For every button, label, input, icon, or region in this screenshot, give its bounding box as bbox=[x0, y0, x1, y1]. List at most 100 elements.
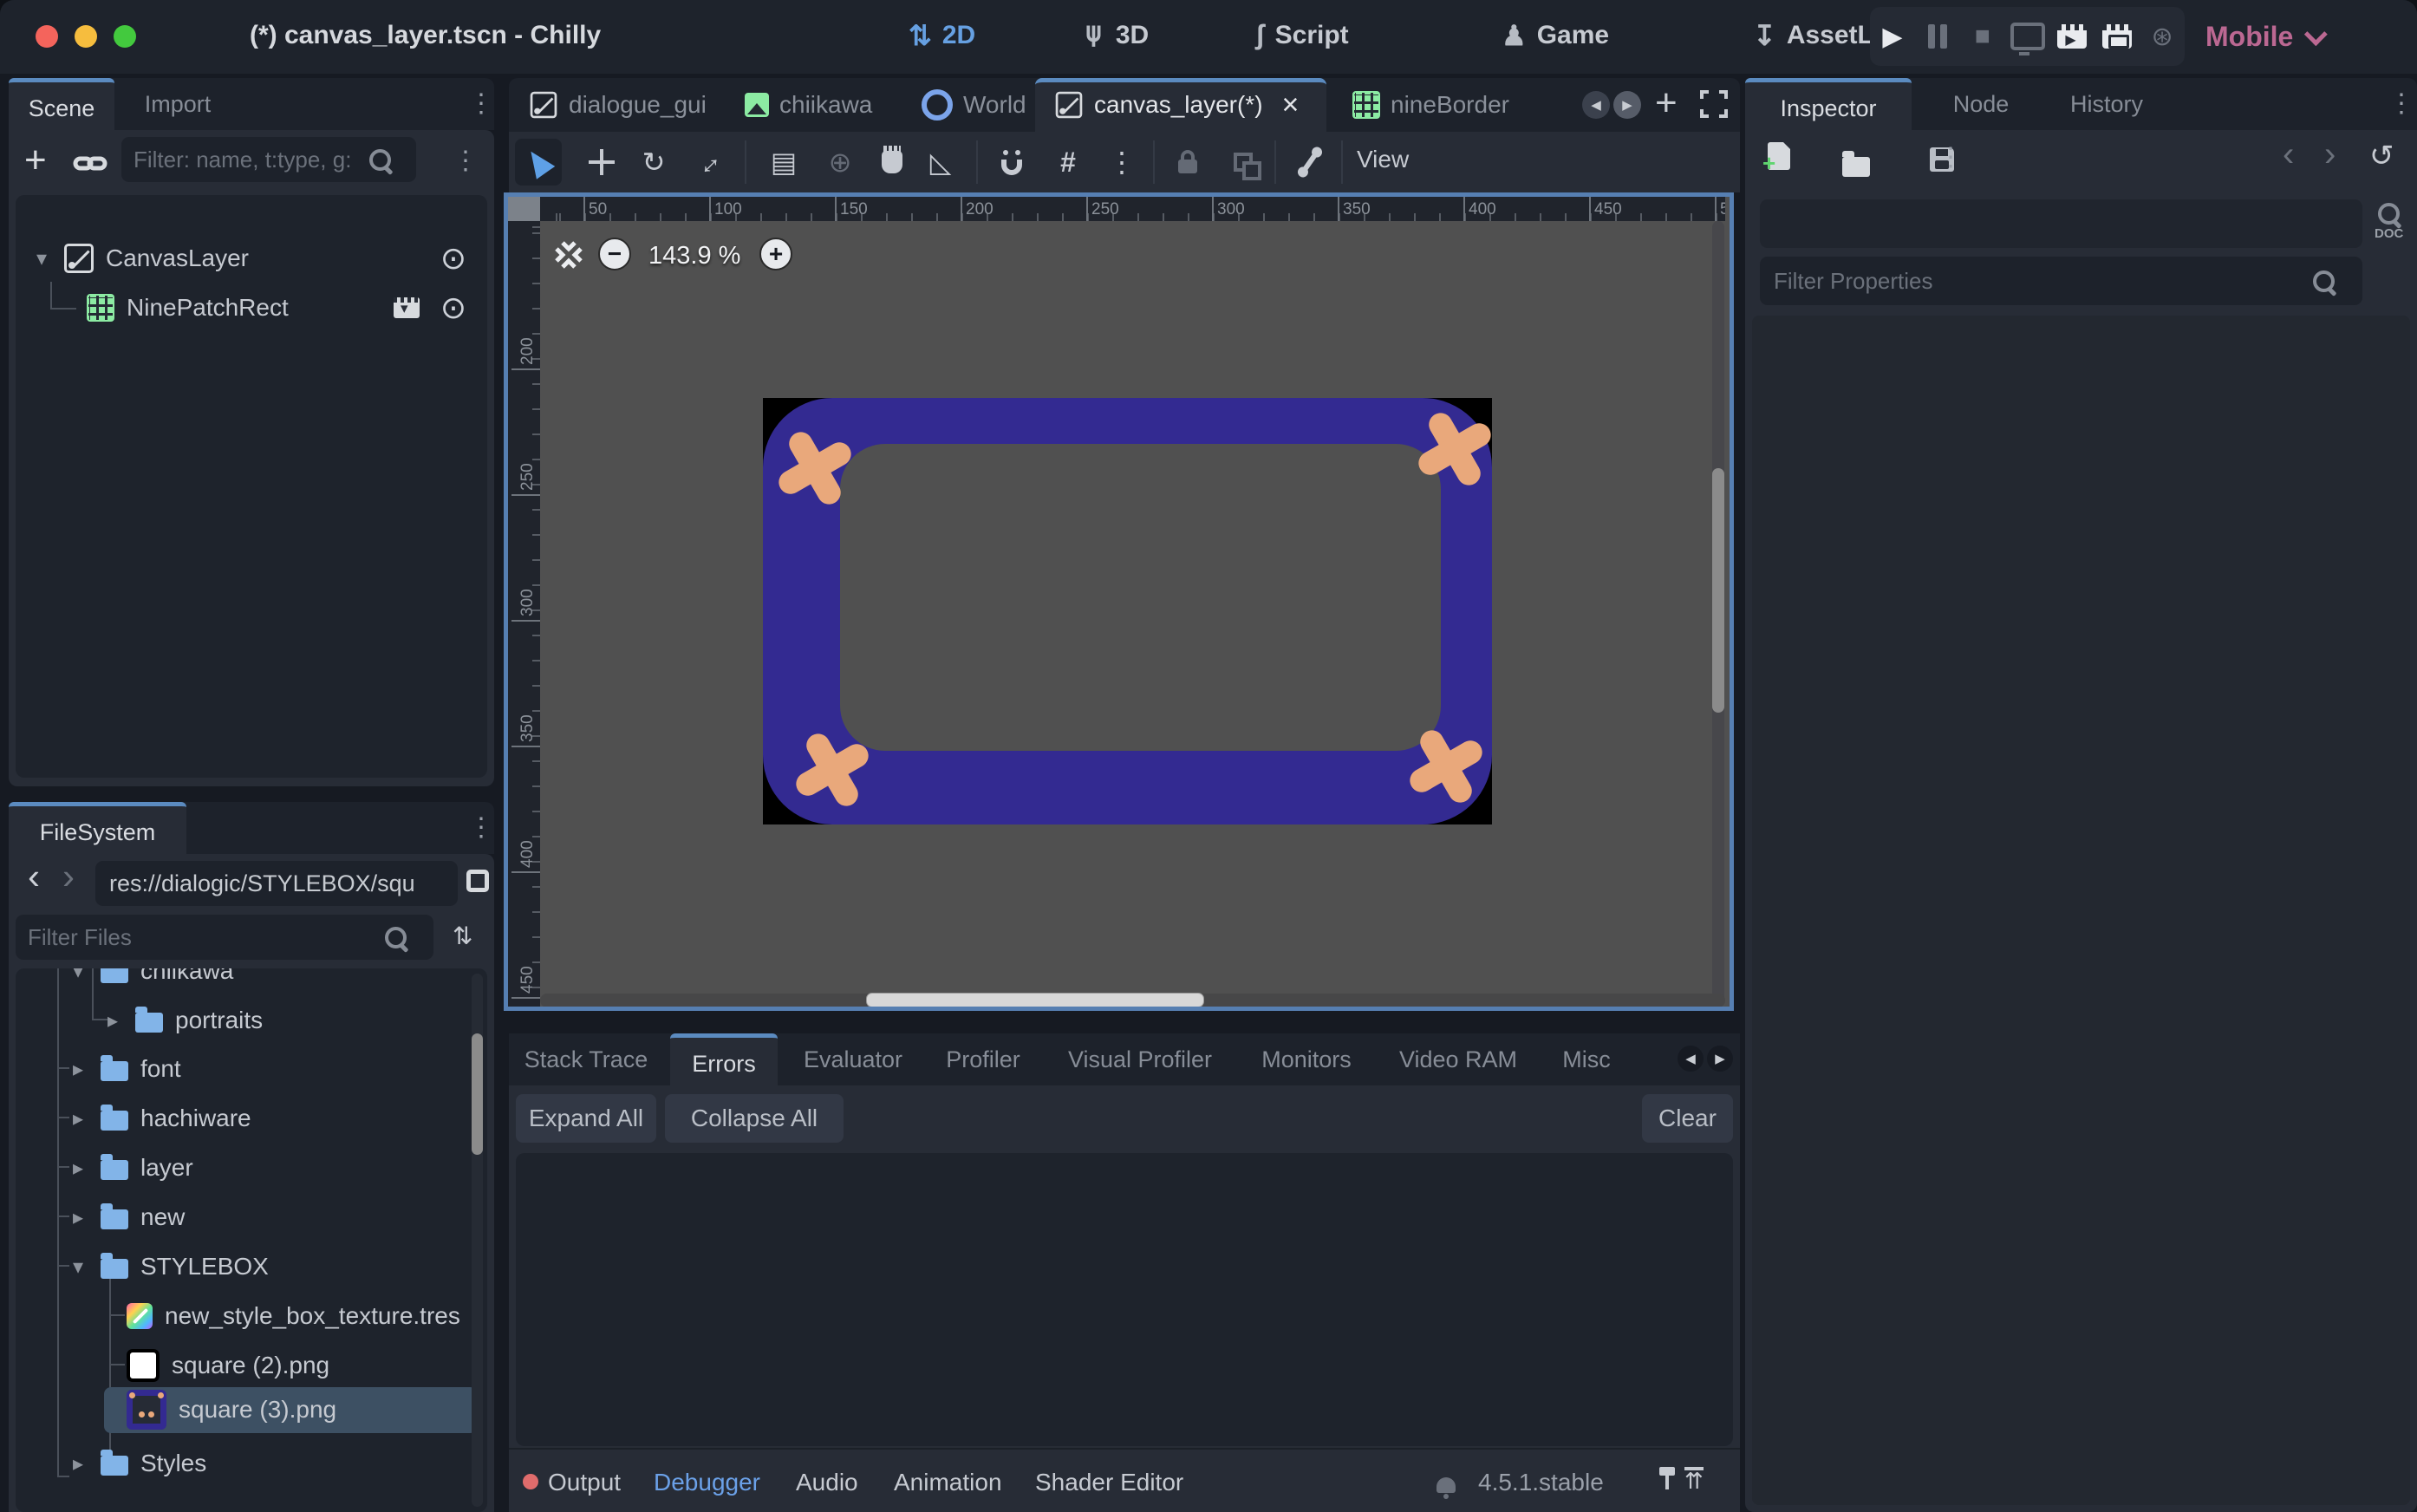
workspace-script[interactable]: ʃ Script bbox=[1255, 19, 1349, 51]
list-select-button[interactable]: ▤ bbox=[760, 139, 807, 186]
canvas[interactable]: − 143.9 % + bbox=[540, 221, 1725, 1007]
resource-menu-button[interactable]: ⋮ bbox=[1938, 142, 1964, 173]
center-view-button[interactable] bbox=[552, 238, 585, 276]
grid-snap-button[interactable]: # bbox=[1045, 139, 1091, 186]
file-row-font[interactable]: ▸ font bbox=[68, 1045, 475, 1093]
scene-tree-row-canvaslayer[interactable]: ▾ CanvasLayer ⊙ bbox=[31, 234, 473, 283]
history-forward-button[interactable]: › bbox=[2324, 135, 2336, 174]
tab-evaluator[interactable]: Evaluator bbox=[799, 1033, 907, 1085]
snap-options-button[interactable]: ⋮ bbox=[1098, 139, 1145, 186]
lock-button[interactable] bbox=[1164, 139, 1211, 186]
clear-button[interactable]: Clear bbox=[1642, 1094, 1733, 1143]
new-resource-button[interactable] bbox=[1768, 142, 1790, 170]
window-close-button[interactable] bbox=[36, 25, 58, 48]
tab-visual-profiler[interactable]: Visual Profiler bbox=[1059, 1033, 1221, 1085]
next-tab-button[interactable]: ▶ bbox=[1613, 91, 1641, 119]
stop-button[interactable]: ■ bbox=[1960, 22, 2005, 51]
bottom-panel-animation[interactable]: Animation bbox=[894, 1469, 1002, 1496]
move-tool-button[interactable] bbox=[578, 139, 625, 186]
scene-tree-menu-button[interactable]: ⋮ bbox=[453, 146, 479, 176]
filetree-scrollbar[interactable] bbox=[472, 1033, 483, 1155]
scale-tool-button[interactable]: ↔ bbox=[684, 139, 731, 186]
bottom-panel-output[interactable]: Output bbox=[548, 1469, 621, 1496]
zoom-level[interactable]: 143.9 % bbox=[648, 242, 740, 270]
file-row-stylebox[interactable]: ▾ STYLEBOX bbox=[68, 1242, 475, 1291]
zoom-in-button[interactable]: + bbox=[759, 238, 792, 270]
play-custom-scene-button[interactable] bbox=[2095, 24, 2140, 49]
workspace-game[interactable]: ♟ Game bbox=[1502, 19, 1609, 52]
file-filter-input[interactable] bbox=[26, 923, 385, 952]
expand-viewport-button[interactable] bbox=[1698, 88, 1730, 124]
window-minimize-button[interactable] bbox=[75, 25, 97, 48]
nav-back-button[interactable]: ‹ bbox=[28, 856, 40, 897]
visibility-icon[interactable]: ⊙ bbox=[440, 240, 466, 277]
play-current-scene-button[interactable] bbox=[2049, 24, 2095, 49]
file-row-styles[interactable]: ▸ Styles bbox=[68, 1439, 475, 1488]
tab-filesystem[interactable]: FileSystem bbox=[9, 802, 186, 858]
file-row-chiikawa[interactable]: ▾ chiikawa bbox=[68, 968, 475, 995]
tab-node[interactable]: Node bbox=[1938, 78, 2024, 130]
pivot-tool-button[interactable]: ⊕ bbox=[817, 139, 863, 186]
tab-history[interactable]: History bbox=[2050, 78, 2163, 130]
tab-import[interactable]: Import bbox=[130, 78, 225, 130]
tab-world[interactable]: World bbox=[922, 78, 1026, 132]
tab-stack-trace[interactable]: Stack Trace bbox=[517, 1033, 655, 1085]
prev-tab-button[interactable]: ◀ bbox=[1582, 91, 1610, 119]
tab-errors[interactable]: Errors bbox=[670, 1033, 778, 1090]
play-remote-button[interactable] bbox=[2005, 23, 2050, 50]
workspace-2d[interactable]: ⇅ 2D bbox=[909, 19, 975, 52]
workspace-3d[interactable]: ⋔ 3D bbox=[1082, 19, 1149, 52]
file-row-portraits[interactable]: ▸ portraits bbox=[102, 996, 475, 1045]
debugger-tabs-back[interactable]: ◀ bbox=[1678, 1046, 1704, 1072]
view-menu-button[interactable]: View bbox=[1357, 146, 1409, 173]
file-row-new[interactable]: ▸ new bbox=[68, 1193, 475, 1242]
movie-maker-button[interactable]: ⊛ bbox=[2140, 22, 2185, 52]
tab-canvas-layer-active[interactable]: canvas_layer(*) × bbox=[1054, 78, 1299, 132]
split-view-icon[interactable] bbox=[466, 870, 489, 892]
close-tab-icon[interactable]: × bbox=[1282, 88, 1300, 122]
filter-properties-input[interactable] bbox=[1772, 267, 2313, 296]
collapse-icon[interactable]: ▾ bbox=[31, 246, 52, 271]
smart-snap-button[interactable] bbox=[988, 139, 1035, 186]
scene-tree-row-ninepatchrect[interactable]: NinePatchRect ⊙ bbox=[87, 284, 473, 332]
tab-dialogue-gui[interactable]: dialogue_gui bbox=[529, 78, 707, 132]
tab-video-ram[interactable]: Video RAM bbox=[1395, 1033, 1521, 1085]
tab-misc[interactable]: Misc bbox=[1558, 1033, 1615, 1085]
play-button[interactable]: ▶ bbox=[1870, 22, 1915, 52]
debugger-tabs-forward[interactable]: ▶ bbox=[1707, 1046, 1733, 1072]
tab-inspector[interactable]: Inspector bbox=[1745, 78, 1912, 134]
file-row-layer[interactable]: ▸ layer bbox=[68, 1144, 475, 1192]
load-resource-button[interactable] bbox=[1842, 157, 1870, 177]
new-scene-tab-button[interactable]: + bbox=[1655, 81, 1678, 125]
tab-scene[interactable]: Scene bbox=[9, 78, 114, 134]
renderer-dropdown[interactable]: Mobile bbox=[2205, 21, 2322, 53]
clapper-icon[interactable] bbox=[394, 297, 420, 318]
instance-scene-button[interactable] bbox=[73, 146, 107, 185]
sort-files-icon[interactable]: ⇅ bbox=[453, 922, 472, 950]
tab-profiler[interactable]: Profiler bbox=[940, 1033, 1026, 1085]
bottom-panel-debugger[interactable]: Debugger bbox=[654, 1469, 760, 1496]
file-row-square3-selected[interactable]: square (3).png bbox=[127, 1385, 475, 1434]
expand-all-button[interactable]: Expand All bbox=[516, 1094, 656, 1143]
select-tool-button[interactable] bbox=[515, 139, 562, 186]
file-row-tres[interactable]: new_style_box_texture.tres bbox=[127, 1292, 475, 1340]
window-maximize-button[interactable] bbox=[114, 25, 136, 48]
add-node-button[interactable]: + bbox=[24, 139, 47, 182]
canvas-vscrollbar[interactable] bbox=[1712, 468, 1724, 713]
skeleton-button[interactable] bbox=[1287, 139, 1333, 186]
group-button[interactable] bbox=[1220, 139, 1267, 186]
tab-nineborder[interactable]: nineBorder bbox=[1352, 78, 1509, 132]
path-input[interactable] bbox=[107, 870, 446, 898]
filesystem-menu-button[interactable]: ⋮ bbox=[468, 812, 495, 843]
pan-tool-button[interactable] bbox=[869, 139, 915, 186]
pin-panel-icon[interactable] bbox=[1665, 1476, 1669, 1489]
viewport-2d[interactable]: 50 100 150 200 250 300 350 400 450 500 2… bbox=[504, 192, 1734, 1011]
raise-panel-icon[interactable]: ⇈ bbox=[1684, 1467, 1704, 1491]
ruler-tool-button[interactable]: ◺ bbox=[917, 139, 964, 186]
tab-monitors[interactable]: Monitors bbox=[1254, 1033, 1358, 1085]
scene-filter-input[interactable] bbox=[132, 146, 369, 174]
rotate-tool-button[interactable]: ↻ bbox=[630, 139, 677, 186]
tab-chiikawa[interactable]: chiikawa bbox=[745, 78, 872, 132]
pause-button[interactable] bbox=[1915, 24, 1960, 49]
file-row-hachiware[interactable]: ▸ hachiware bbox=[68, 1094, 475, 1143]
